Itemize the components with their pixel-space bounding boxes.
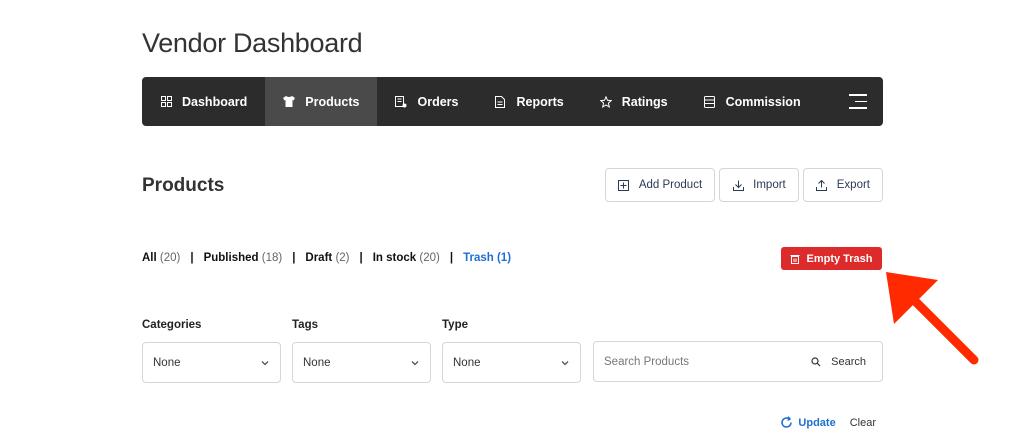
search-box: Search [593,341,883,382]
nav-ratings[interactable]: Ratings [582,77,686,126]
clear-button[interactable]: Clear [850,417,876,429]
type-value: None [453,356,481,369]
refresh-icon [780,416,793,429]
nav-products-label: Products [305,94,360,109]
chevron-down-icon [410,358,420,368]
add-product-label: Add Product [638,179,703,191]
shirt-icon [283,96,296,108]
filter-in-stock[interactable]: In stock (20) [373,252,440,264]
chevron-down-icon [260,358,270,368]
nav-reports-label: Reports [516,94,564,109]
form-actions: Update Clear [780,416,876,429]
empty-trash-label: Empty Trash [806,252,873,265]
filter-published[interactable]: Published (18) [204,252,283,264]
search-button[interactable]: Search [811,356,866,368]
nav-orders-label: Orders [417,94,459,109]
filter-separator: | [190,252,194,264]
page-title: Vendor Dashboard [142,28,363,58]
export-button[interactable]: Export [802,168,883,202]
filter-trash-count: (1) [496,252,512,264]
empty-trash-button[interactable]: Empty Trash [781,247,882,270]
search-input[interactable] [604,355,812,368]
hamburger-icon[interactable] [849,77,867,126]
type-label: Type [442,319,468,331]
trash-icon [790,254,800,264]
nav-orders[interactable]: Orders [377,77,476,126]
filter-draft[interactable]: Draft (2) [305,252,349,264]
document-icon [494,95,506,108]
chevron-down-icon [560,358,570,368]
update-label: Update [798,416,836,429]
categories-label: Categories [142,319,202,331]
nav-commission[interactable]: Commission [686,77,819,126]
grid-icon [160,96,172,108]
nav-dashboard-label: Dashboard [182,94,248,109]
status-filters: All (20) | Published (18) | Draft (2) | … [142,252,511,264]
search-button-label: Search [831,355,866,368]
filter-published-count: (18) [261,252,283,264]
filter-in-stock-count: (20) [419,252,440,264]
download-icon [732,179,744,191]
plus-square-icon [618,179,630,191]
search-icon [811,356,821,367]
filter-separator: | [359,252,363,264]
export-label: Export [836,179,870,191]
product-actions: Add Product Import Export [604,168,883,202]
filter-draft-label: Draft [305,252,333,264]
wallet-icon [704,95,716,108]
categories-value: None [153,356,181,369]
filter-published-label: Published [203,252,259,264]
tags-value: None [303,356,331,369]
type-select[interactable]: None [442,342,581,383]
tags-select[interactable]: None [292,342,431,383]
filter-trash[interactable]: Trash (1) [463,252,511,264]
nav-reports[interactable]: Reports [476,77,581,126]
filter-all[interactable]: All (20) [142,252,180,264]
filter-trash-label: Trash [463,252,494,264]
add-product-button[interactable]: Add Product [604,168,716,202]
nav-dashboard[interactable]: Dashboard [142,77,265,126]
upload-icon [816,179,828,191]
update-button[interactable]: Update [780,416,836,429]
annotation-arrow-icon [886,272,979,365]
categories-select[interactable]: None [142,342,281,383]
nav-ratings-label: Ratings [621,94,668,109]
import-button[interactable]: Import [719,168,799,202]
filter-separator: | [292,252,296,264]
nav-products[interactable]: Products [265,77,378,126]
filter-all-label: All [142,252,157,264]
import-label: Import [753,179,786,191]
nav-commission-label: Commission [725,94,801,109]
orders-icon [395,95,407,108]
star-icon [599,95,612,108]
tags-label: Tags [292,319,318,331]
filter-draft-count: (2) [335,252,350,264]
filter-separator: | [449,252,454,264]
filter-in-stock-label: In stock [372,252,417,264]
section-title: Products [142,175,225,196]
filter-all-count: (20) [159,252,181,264]
main-navbar: Dashboard Products Orders Reports Rating… [142,77,883,126]
